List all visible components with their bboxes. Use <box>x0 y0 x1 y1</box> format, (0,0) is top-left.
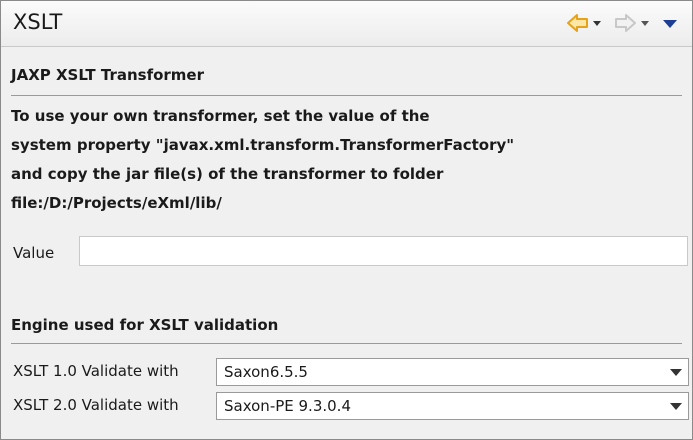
xslt-view: XSLT JAXP XSLT Transformer To use your o… <box>0 0 693 440</box>
value-field[interactable] <box>79 236 688 266</box>
xslt1-engine-value: Saxon6.5.5 <box>224 363 308 381</box>
description-line: To use your own transformer, set the val… <box>11 107 430 125</box>
engine-section-heading: Engine used for XSLT validation <box>11 316 279 334</box>
view-titlebar: XSLT <box>1 1 692 47</box>
xslt2-validate-label: XSLT 2.0 Validate with <box>13 396 179 414</box>
description-line: file:/D:/Projects/eXml/lib/ <box>11 194 222 212</box>
section-divider <box>11 95 682 96</box>
section-divider <box>11 343 682 344</box>
view-title: XSLT <box>13 10 63 34</box>
xslt1-validate-label: XSLT 1.0 Validate with <box>13 362 179 380</box>
preferences-content: JAXP XSLT Transformer To use your own tr… <box>1 47 692 439</box>
xslt1-engine-select[interactable]: Saxon6.5.5 <box>216 358 689 386</box>
view-menu-icon[interactable] <box>662 13 678 33</box>
jaxp-description: To use your own transformer, set the val… <box>11 102 514 218</box>
description-line: and copy the jar file(s) of the transfor… <box>11 165 444 183</box>
back-dropdown-icon[interactable] <box>591 13 603 33</box>
forward-dropdown-icon[interactable] <box>639 13 651 33</box>
xslt2-engine-select[interactable]: Saxon-PE 9.3.0.4 <box>216 392 689 420</box>
chevron-down-icon <box>670 369 682 376</box>
jaxp-section-heading: JAXP XSLT Transformer <box>11 66 205 84</box>
xslt2-engine-value: Saxon-PE 9.3.0.4 <box>224 397 351 415</box>
forward-arrow-icon[interactable] <box>614 13 636 33</box>
value-label: Value <box>13 244 55 262</box>
back-arrow-icon[interactable] <box>567 13 589 33</box>
chevron-down-icon <box>670 403 682 410</box>
description-line: system property "javax.xml.transform.Tra… <box>11 136 515 154</box>
